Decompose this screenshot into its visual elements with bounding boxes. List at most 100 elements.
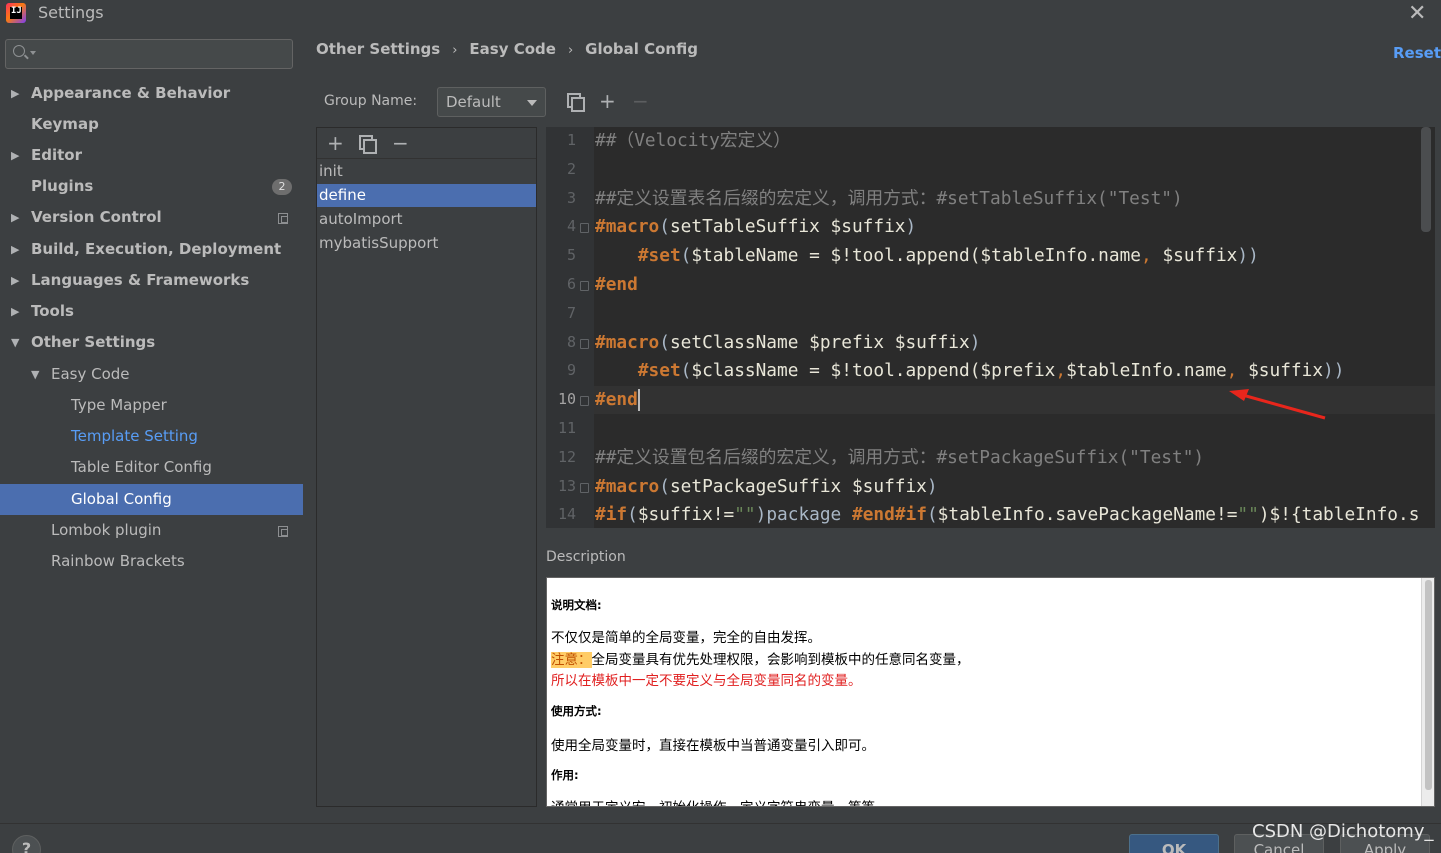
breadcrumb-separator: › bbox=[452, 43, 458, 58]
description-panel: 说明文档: 不仅仅是简单的全局变量，完全的自由发挥。 注意：全局变量具有优先处理… bbox=[546, 577, 1435, 807]
expanded-arrow-icon[interactable]: ▼ bbox=[31, 359, 39, 390]
project-level-icon bbox=[278, 213, 288, 224]
breadcrumb-separator: › bbox=[567, 43, 574, 58]
code-token: #set bbox=[637, 245, 681, 267]
expanded-arrow-icon[interactable]: ▼ bbox=[11, 327, 19, 358]
collapsed-arrow-icon[interactable]: ▶ bbox=[11, 140, 19, 171]
sidebar-item-global-config[interactable]: Global Config bbox=[0, 484, 303, 515]
template-item-init[interactable]: init bbox=[317, 160, 536, 183]
code-token: ) bbox=[926, 475, 938, 497]
sidebar-item-label: Build, Execution, Deployment bbox=[31, 240, 282, 258]
code-line: #set($className = $!tool.append($prefix,… bbox=[595, 357, 1345, 385]
ok-button[interactable]: OK bbox=[1129, 834, 1219, 853]
remove-group-icon[interactable]: − bbox=[632, 91, 649, 111]
collapsed-arrow-icon[interactable]: ▶ bbox=[11, 202, 19, 233]
sidebar-item-keymap[interactable]: Keymap bbox=[0, 109, 303, 140]
fold-marker-icon[interactable] bbox=[580, 396, 589, 407]
code-token: $suffix bbox=[1162, 245, 1238, 267]
sidebar-item-label: Tools bbox=[31, 302, 74, 320]
add-template-icon[interactable]: + bbox=[327, 133, 344, 153]
csdn-watermark: CSDN @Dichotomy_ bbox=[1252, 821, 1434, 842]
sidebar-item-tools[interactable]: ▶ Tools bbox=[0, 296, 303, 327]
purpose-text: 通常用于定义宏、初始化操作、定义字符串变量，等等 bbox=[551, 796, 875, 806]
search-input[interactable] bbox=[40, 44, 280, 64]
line-number: 9 bbox=[566, 361, 576, 380]
template-item-define[interactable]: define bbox=[317, 184, 536, 207]
close-icon[interactable]: ✕ bbox=[1408, 1, 1426, 26]
add-group-icon[interactable]: + bbox=[599, 91, 616, 111]
sidebar-item-type-mapper[interactable]: Type Mapper bbox=[0, 390, 303, 421]
editor-scrollbar[interactable] bbox=[1421, 127, 1431, 232]
sidebar-item-other-settings[interactable]: ▼ Other Settings bbox=[0, 327, 303, 358]
reset-link[interactable]: Reset bbox=[1393, 44, 1441, 62]
copy-template-icon[interactable] bbox=[359, 135, 377, 154]
sidebar-item-label: Languages & Frameworks bbox=[31, 271, 250, 289]
copy-group-icon[interactable] bbox=[567, 93, 585, 112]
code-token: ( bbox=[680, 245, 692, 267]
sidebar-item-version-control[interactable]: ▶ Version Control bbox=[0, 202, 303, 233]
doc-note-line: 注意：全局变量具有优先处理权限，会影响到模板中的任意同名变量， bbox=[551, 648, 970, 668]
line-number: 14 bbox=[557, 505, 576, 524]
sidebar-item-template-setting[interactable]: Template Setting bbox=[0, 421, 303, 452]
title-bar: IJ Settings ✕ bbox=[0, 0, 1441, 28]
fold-marker-icon[interactable] bbox=[580, 338, 589, 349]
code-token: $tableName = $!tool.append( bbox=[691, 245, 981, 267]
line-number: 5 bbox=[566, 246, 576, 265]
fold-marker-icon[interactable] bbox=[580, 223, 589, 234]
remove-template-icon[interactable]: − bbox=[392, 133, 409, 153]
code-token: ##定义设置表名后缀的宏定义，调用方式：#setTableSuffix("Tes… bbox=[595, 187, 1183, 209]
line-number: 12 bbox=[557, 447, 576, 466]
settings-search-field[interactable] bbox=[5, 39, 293, 69]
code-token: #macro bbox=[595, 331, 660, 353]
sidebar-item-plugins[interactable]: Plugins 2 bbox=[0, 171, 303, 202]
sidebar-item-rainbow-brackets[interactable]: Rainbow Brackets bbox=[0, 546, 303, 577]
template-item-mybatissupport[interactable]: mybatisSupport bbox=[317, 232, 536, 255]
group-name-value: Default bbox=[446, 93, 501, 111]
code-line: #macro(setPackageSuffix $suffix) bbox=[595, 473, 938, 501]
code-token: , bbox=[1055, 360, 1067, 382]
collapsed-arrow-icon[interactable]: ▶ bbox=[11, 296, 19, 327]
search-history-caret-icon[interactable] bbox=[30, 51, 36, 55]
collapsed-arrow-icon[interactable]: ▶ bbox=[11, 78, 19, 109]
sidebar-item-easy-code[interactable]: ▼ Easy Code bbox=[0, 359, 303, 390]
code-token: ( bbox=[659, 216, 670, 238]
code-token: $tableInfo.savePackageName!= bbox=[937, 504, 1238, 526]
code-token: $prefix bbox=[980, 360, 1056, 382]
description-scrollbar[interactable] bbox=[1421, 578, 1434, 806]
sidebar-item-appearance-behavior[interactable]: ▶ Appearance & Behavior bbox=[0, 78, 303, 109]
code-token: #macro bbox=[595, 216, 660, 238]
code-token: #end bbox=[851, 504, 895, 526]
sidebar-item-label: Other Settings bbox=[31, 333, 156, 351]
sidebar-item-editor[interactable]: ▶ Editor bbox=[0, 140, 303, 171]
template-list-panel: + − init define autoImport mybatisSupport bbox=[316, 127, 537, 807]
line-number: 7 bbox=[566, 303, 576, 322]
fold-marker-icon[interactable] bbox=[580, 482, 589, 493]
code-editor[interactable]: 1 2 3 4 5 6 7 8 9 10 11 12 13 14 ##（Velocity宏定义） ##定义设… bbox=[546, 127, 1435, 528]
code-token: , bbox=[1226, 360, 1249, 382]
description-label: Description bbox=[546, 549, 626, 565]
fold-marker-icon[interactable] bbox=[580, 281, 589, 291]
usage-header: 使用方式: bbox=[551, 704, 602, 718]
sidebar-item-table-editor-config[interactable]: Table Editor Config bbox=[0, 452, 303, 483]
code-line: ##定义设置包名后缀的宏定义，调用方式：#setPackageSuffix("T… bbox=[595, 444, 1204, 472]
line-number: 8 bbox=[566, 332, 576, 351]
sidebar-item-lombok-plugin[interactable]: Lombok plugin bbox=[0, 515, 303, 546]
group-name-select[interactable]: Default bbox=[437, 87, 546, 117]
sidebar-item-label: Editor bbox=[31, 146, 82, 164]
code-line: #macro(setTableSuffix $suffix) bbox=[595, 213, 916, 241]
line-number: 4 bbox=[566, 217, 576, 236]
collapsed-arrow-icon[interactable]: ▶ bbox=[11, 265, 19, 296]
sidebar-item-languages-frameworks[interactable]: ▶ Languages & Frameworks bbox=[0, 265, 303, 296]
settings-sidebar: ▶ Appearance & Behavior Keymap ▶ Editor Plugi… bbox=[0, 28, 303, 823]
collapsed-arrow-icon[interactable]: ▶ bbox=[11, 234, 19, 265]
sidebar-item-label: Easy Code bbox=[51, 365, 130, 383]
code-token: $tableInfo.name bbox=[1066, 360, 1227, 382]
line-number: 2 bbox=[566, 159, 576, 178]
code-token: ( bbox=[680, 360, 692, 382]
line-number: 1 bbox=[566, 131, 576, 149]
template-item-autoimport[interactable]: autoImport bbox=[317, 208, 536, 231]
code-token: ( bbox=[926, 504, 938, 526]
window-title: Settings bbox=[38, 3, 104, 22]
sidebar-item-build-execution-deployment[interactable]: ▶ Build, Execution, Deployment bbox=[0, 234, 303, 265]
